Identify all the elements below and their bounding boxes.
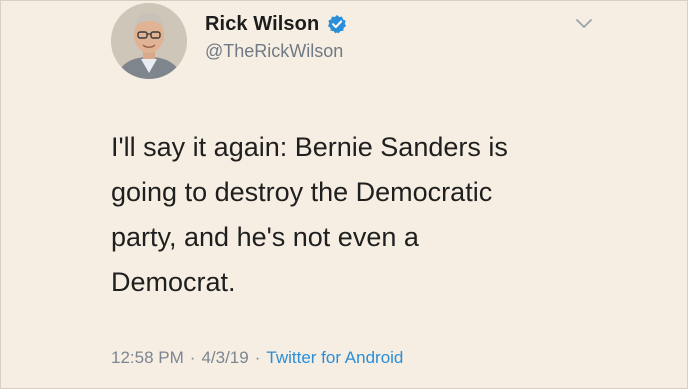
tweet-meta: 12:58 PM · 4/3/19 · Twitter for Android (111, 348, 403, 368)
chevron-down-icon[interactable] (574, 17, 594, 31)
avatar[interactable] (111, 3, 187, 79)
tweet-source-link[interactable]: Twitter for Android (266, 348, 403, 368)
verified-badge-icon (327, 14, 347, 34)
author-display-name[interactable]: Rick Wilson (205, 13, 319, 36)
author-handle[interactable]: @TheRickWilson (205, 41, 343, 62)
meta-separator: · (189, 348, 196, 367)
author-name-row: Rick Wilson (205, 10, 347, 38)
tweet-text: I'll say it again: Bernie Sanders is goi… (111, 132, 508, 297)
tweet-date[interactable]: 4/3/19 (201, 348, 248, 368)
meta-separator: · (254, 348, 261, 367)
tweet-card: Rick Wilson @TheRickWilson I'll say it a… (0, 0, 688, 389)
tweet-time[interactable]: 12:58 PM (111, 348, 184, 368)
